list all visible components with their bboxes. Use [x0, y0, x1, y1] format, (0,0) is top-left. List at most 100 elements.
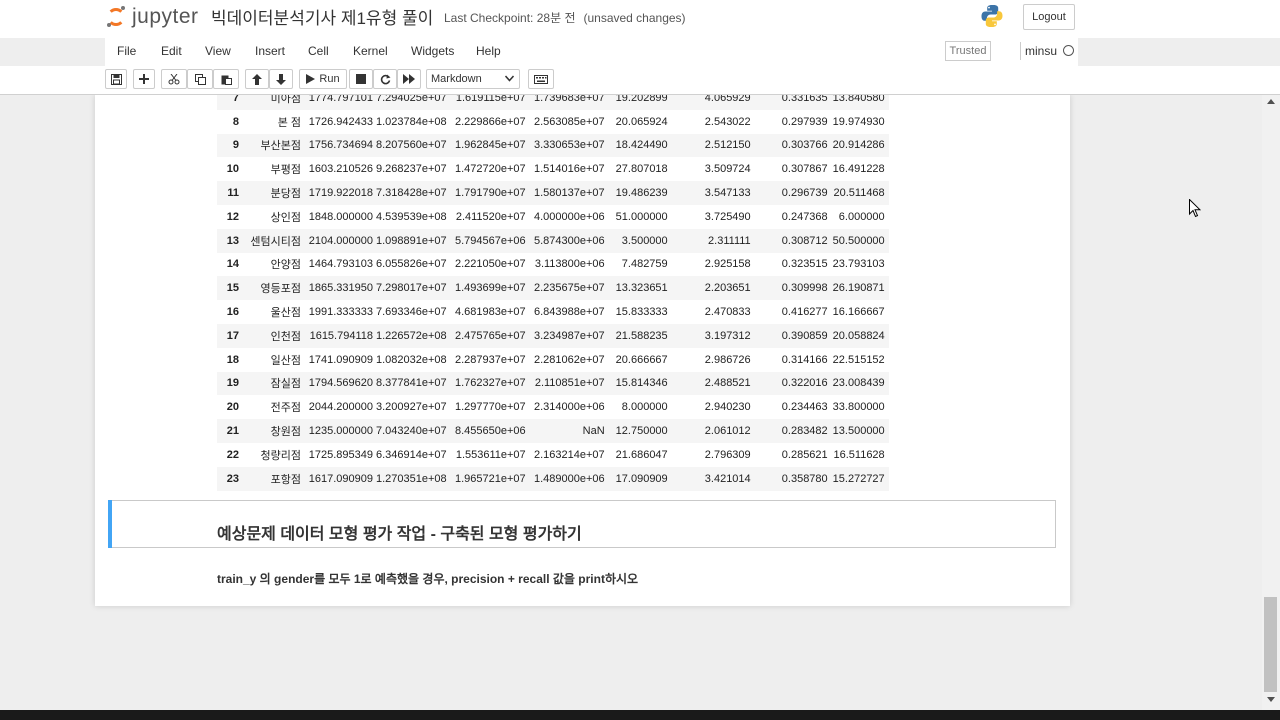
table-cell: 잠실점	[270, 378, 301, 391]
table-cell: 1.098891e+07	[376, 234, 447, 247]
move-down-button[interactable]	[269, 69, 293, 89]
cell-type-select[interactable]: Markdown	[426, 69, 520, 89]
menu-file[interactable]: File	[117, 44, 136, 58]
table-cell: 1.619115e+07	[455, 95, 526, 104]
table-cell: NaN	[582, 425, 605, 438]
logout-button[interactable]: Logout	[1023, 4, 1075, 30]
table-cell: 2104.000000	[308, 234, 373, 247]
interrupt-button[interactable]	[349, 69, 373, 89]
restart-run-all-button[interactable]	[397, 69, 421, 89]
table-cell: 상인점	[270, 211, 301, 224]
table-cell: 3.547133	[704, 187, 751, 200]
table-cell: 13.840580	[832, 95, 885, 104]
table-cell: 1719.922018	[308, 187, 373, 200]
table-cell: 20.914286	[832, 139, 885, 152]
table-cell: 0.416277	[781, 306, 828, 319]
table-cell: 2.411520e+07	[455, 210, 526, 223]
chevron-down-icon	[505, 75, 514, 82]
table-cell: 2.543022	[704, 115, 751, 128]
table-row: 10 부평점 1603.210526 9.268237e+07 1.472720e+07…	[217, 157, 889, 181]
table-cell: 12.750000	[615, 425, 668, 438]
table-cell: 13.500000	[832, 425, 885, 438]
dataframe-output: 7 미아점 1774.797101 7.294025e+07 1.619115e+07 1…	[217, 95, 889, 491]
run-button[interactable]: Run	[299, 69, 347, 89]
table-cell: 20.065924	[615, 115, 668, 128]
copy-button[interactable]	[187, 69, 213, 89]
table-row: 14 안양점 1464.793103 6.055826e+07 2.221050e+07…	[217, 253, 889, 277]
notebook-scroll-area[interactable]: 7 미아점 1774.797101 7.294025e+07 1.619115e+07 1…	[0, 95, 1262, 710]
table-cell: 20.511468	[833, 187, 885, 200]
table-cell: 8.455650e+06	[455, 425, 526, 438]
jupyter-logo-icon	[106, 6, 126, 28]
table-cell: 2.203651	[704, 282, 751, 295]
table-cell: 3.234987e+07	[534, 329, 605, 342]
table-cell: 1603.210526	[308, 163, 373, 176]
markdown-cell-selected[interactable]: 예상문제 데이터 모형 평가 작업 - 구축된 모형 평가하기	[108, 500, 1056, 548]
table-cell: 1865.331950	[308, 282, 373, 295]
table-cell: 부산본점	[260, 140, 301, 153]
menu-widgets[interactable]: Widgets	[411, 44, 454, 58]
table-cell: 0.309998	[781, 282, 828, 295]
table-row: 9 부산본점 1756.734694 8.207560e+07 1.962845e+07…	[217, 133, 889, 158]
menu-kernel[interactable]: Kernel	[353, 44, 388, 58]
command-palette-button[interactable]	[528, 69, 554, 89]
table-cell: 전주점	[270, 402, 301, 415]
save-button[interactable]	[105, 69, 127, 89]
table-cell: 1.226572e+08	[376, 329, 447, 342]
menu-cell[interactable]: Cell	[308, 44, 329, 58]
menu-view[interactable]: View	[205, 44, 231, 58]
menu-edit[interactable]: Edit	[161, 44, 182, 58]
table-cell: 영등포점	[260, 283, 301, 296]
table-cell: 2.229866e+07	[455, 115, 526, 128]
restart-button[interactable]	[373, 69, 397, 89]
cut-button[interactable]	[161, 69, 187, 89]
mouse-cursor-icon	[1189, 199, 1201, 218]
menu-bar: File Edit View Insert Cell Kernel Widget…	[105, 38, 1078, 67]
table-cell: 1.489000e+06	[534, 472, 605, 485]
table-cell: 0.314166	[781, 353, 828, 366]
trusted-badge[interactable]: Trusted	[945, 41, 991, 61]
table-row: 15 영등포점 1865.331950 7.298017e+07 1.493699e+0…	[217, 276, 889, 301]
table-cell: 3.330653e+07	[534, 139, 605, 152]
row-index: 20	[226, 401, 239, 414]
insert-cell-button[interactable]	[133, 69, 155, 89]
table-cell: 2.314000e+06	[534, 401, 605, 414]
table-cell: 1.553611e+07	[455, 448, 526, 461]
table-cell: 3.509724	[704, 163, 751, 176]
table-cell: 2.281062e+07	[534, 353, 605, 366]
move-up-button[interactable]	[245, 69, 269, 89]
notebook-title[interactable]: 빅데이터분석기사 제1유형 풀이	[211, 4, 433, 29]
table-cell: 2.235675e+07	[534, 282, 605, 295]
arrow-up-icon	[252, 73, 262, 85]
paste-button[interactable]	[213, 69, 239, 89]
header: jupyter 빅데이터분석기사 제1유형 풀이 Last Checkpoint…	[0, 0, 1280, 38]
row-index: 21	[226, 425, 239, 438]
table-cell: 0.390859	[781, 329, 828, 342]
table-cell: 22.515152	[832, 353, 885, 366]
restart-icon	[380, 74, 390, 84]
keyboard-icon	[534, 74, 548, 84]
notebook-container: 7 미아점 1774.797101 7.294025e+07 1.619115e+07 1…	[95, 95, 1070, 606]
jupyter-logo[interactable]: jupyter	[106, 4, 199, 30]
table-cell: 0.285621	[781, 448, 828, 461]
table-cell: 2.110851e+07	[534, 377, 605, 390]
table-cell: 1.270351e+08	[376, 472, 447, 485]
row-index: 13	[226, 234, 239, 247]
jupyter-logo-text: jupyter	[132, 5, 199, 28]
table-cell: 4.681983e+07	[455, 306, 526, 319]
table-cell: 16.511628	[833, 448, 885, 461]
scissors-icon	[168, 73, 180, 84]
table-cell: 7.043240e+07	[376, 425, 447, 438]
scroll-down-arrow-icon[interactable]	[1267, 697, 1275, 702]
vertical-scrollbar[interactable]	[1262, 95, 1280, 710]
row-index: 16	[226, 306, 239, 319]
kernel-name[interactable]: minsu	[1025, 44, 1057, 58]
menu-insert[interactable]: Insert	[255, 44, 285, 58]
table-cell: 분당점	[270, 188, 301, 201]
scrollbar-thumb[interactable]	[1264, 597, 1277, 692]
row-index: 22	[226, 448, 239, 461]
table-cell: 8.000000	[621, 401, 668, 414]
scroll-up-arrow-icon[interactable]	[1267, 99, 1275, 104]
table-cell: 1794.569620	[308, 377, 373, 390]
menu-help[interactable]: Help	[476, 44, 501, 58]
